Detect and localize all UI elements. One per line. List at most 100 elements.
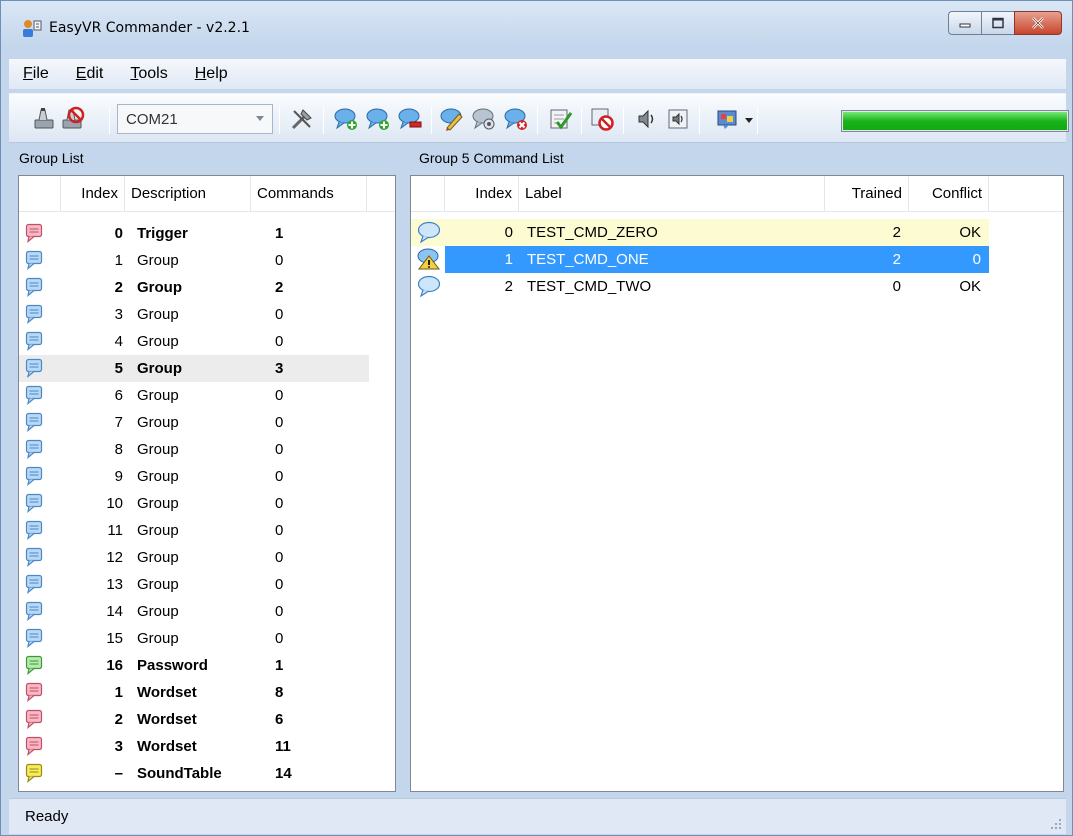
group-row[interactable]: 2 Wordset 6 bbox=[19, 706, 369, 733]
maximize-icon bbox=[992, 17, 1004, 29]
menu-file-label: ile bbox=[32, 65, 49, 82]
menu-file[interactable]: File bbox=[9, 65, 62, 83]
command-index: 2 bbox=[504, 278, 513, 295]
group-description: Group bbox=[137, 495, 179, 512]
group-row[interactable]: 1 Wordset 8 bbox=[19, 679, 369, 706]
column-header-conflict[interactable]: Conflict bbox=[909, 176, 989, 212]
column-header-index[interactable]: Index bbox=[61, 176, 125, 212]
sound-table-icon[interactable] bbox=[665, 106, 691, 132]
menu-tools[interactable]: Tools bbox=[116, 65, 180, 83]
toolbar-separator bbox=[323, 106, 324, 134]
group-list[interactable]: Index Description Commands 0 Trigger 1 1 Gro… bbox=[18, 175, 396, 792]
column-header-index[interactable]: Index bbox=[445, 176, 519, 212]
group-commands: 0 bbox=[275, 495, 284, 512]
column-header-label[interactable]: Label bbox=[519, 176, 825, 212]
group-row[interactable]: 16 Password 1 bbox=[19, 652, 369, 679]
group-row[interactable]: 9 Group 0 bbox=[19, 463, 369, 490]
group-row[interactable]: 1 Group 0 bbox=[19, 247, 369, 274]
menu-edit-accel: E bbox=[75, 65, 87, 82]
command-label: TEST_CMD_ONE bbox=[527, 251, 649, 268]
status-text: Ready bbox=[25, 808, 69, 825]
group-commands: 0 bbox=[275, 522, 284, 539]
language-icon[interactable] bbox=[715, 106, 741, 132]
group-index: 10 bbox=[106, 495, 123, 512]
status-bar: Ready bbox=[9, 798, 1066, 834]
connect-icon[interactable] bbox=[31, 106, 57, 132]
group-row[interactable]: 3 Wordset 11 bbox=[19, 733, 369, 760]
toolbar-separator bbox=[279, 106, 280, 134]
menu-help[interactable]: Help bbox=[181, 65, 241, 83]
column-header-commands[interactable]: Commands bbox=[251, 176, 367, 212]
group-row[interactable]: 5 Group 3 bbox=[19, 355, 369, 382]
column-header-description[interactable]: Description bbox=[125, 176, 251, 212]
toolbar-separator bbox=[581, 106, 582, 134]
group-row[interactable]: 6 Group 0 bbox=[19, 382, 369, 409]
warning-bubble-icon bbox=[417, 248, 441, 270]
group-commands: 0 bbox=[275, 252, 284, 269]
language-dropdown-caret[interactable] bbox=[745, 118, 753, 123]
group-index: 15 bbox=[106, 630, 123, 647]
remove-command-icon[interactable] bbox=[397, 106, 423, 132]
audio-level-meter bbox=[841, 110, 1069, 132]
group-index: 1 bbox=[114, 684, 123, 701]
stop-icon[interactable] bbox=[589, 106, 615, 132]
erase-training-icon[interactable] bbox=[503, 106, 529, 132]
group-commands: 8 bbox=[275, 684, 284, 701]
group-index: 8 bbox=[114, 441, 123, 458]
menu-edit[interactable]: Edit bbox=[62, 65, 117, 83]
window-controls bbox=[948, 11, 1062, 35]
command-row[interactable]: 1 TEST_CMD_ONE 2 0 bbox=[417, 246, 989, 273]
command-label: TEST_CMD_ZERO bbox=[527, 224, 658, 241]
group-row[interactable]: 10 Group 0 bbox=[19, 490, 369, 517]
group-row[interactable]: 8 Group 0 bbox=[19, 436, 369, 463]
command-row[interactable]: 2 TEST_CMD_TWO 0 OK bbox=[411, 273, 989, 300]
command-index: 1 bbox=[504, 251, 513, 268]
command-index: 0 bbox=[504, 224, 513, 241]
group-row[interactable]: 3 Group 0 bbox=[19, 301, 369, 328]
group-commands: 1 bbox=[275, 657, 284, 674]
group-row[interactable]: 0 Trigger 1 bbox=[19, 220, 369, 247]
group-blue-bubble-icon bbox=[25, 331, 43, 351]
close-button[interactable] bbox=[1014, 11, 1062, 35]
group-row[interactable]: 15 Group 0 bbox=[19, 625, 369, 652]
group-row[interactable]: 13 Group 0 bbox=[19, 571, 369, 598]
group-commands: 0 bbox=[275, 468, 284, 485]
group-commands: 1 bbox=[275, 225, 284, 242]
group-index: 2 bbox=[114, 711, 123, 728]
group-row[interactable]: 2 Group 2 bbox=[19, 274, 369, 301]
command-trained: 2 bbox=[892, 224, 901, 241]
group-description: Wordset bbox=[137, 738, 197, 755]
group-row[interactable]: 14 Group 0 bbox=[19, 598, 369, 625]
group-row[interactable]: 7 Group 0 bbox=[19, 409, 369, 436]
disconnect-icon[interactable] bbox=[59, 106, 85, 132]
group-blue-bubble-icon bbox=[25, 601, 43, 621]
group-commands: 0 bbox=[275, 306, 284, 323]
train-command-icon[interactable] bbox=[471, 106, 497, 132]
title-bar[interactable]: EasyVR Commander - v2.2.1 bbox=[1, 1, 1072, 51]
speak-icon[interactable] bbox=[633, 106, 659, 132]
add-command-icon[interactable] bbox=[333, 106, 359, 132]
maximize-button[interactable] bbox=[981, 11, 1015, 35]
group-description: Password bbox=[137, 657, 208, 674]
command-row[interactable]: 0 TEST_CMD_ZERO 2 OK bbox=[411, 219, 989, 246]
menu-tools-label: ools bbox=[138, 65, 168, 82]
group-row[interactable]: 11 Group 0 bbox=[19, 517, 369, 544]
settings-icon[interactable] bbox=[289, 106, 315, 132]
command-list[interactable]: Index Label Trained Conflict 0 TEST_CMD_Z… bbox=[410, 175, 1064, 792]
group-index: 5 bbox=[114, 360, 123, 377]
group-blue-bubble-icon bbox=[25, 385, 43, 405]
edit-command-icon[interactable] bbox=[439, 106, 465, 132]
group-index: 7 bbox=[114, 414, 123, 431]
test-group-icon[interactable] bbox=[547, 106, 573, 132]
minimize-button[interactable] bbox=[948, 11, 982, 35]
group-row[interactable]: – SoundTable 14 bbox=[19, 760, 369, 787]
group-blue-bubble-icon bbox=[25, 277, 43, 297]
resize-grip-icon[interactable] bbox=[1050, 818, 1062, 830]
group-description: Group bbox=[137, 603, 179, 620]
column-header-trained[interactable]: Trained bbox=[825, 176, 909, 212]
insert-command-icon[interactable] bbox=[365, 106, 391, 132]
com-port-select[interactable]: COM21 bbox=[117, 104, 273, 134]
command-trained: 2 bbox=[892, 251, 901, 268]
group-row[interactable]: 4 Group 0 bbox=[19, 328, 369, 355]
group-row[interactable]: 12 Group 0 bbox=[19, 544, 369, 571]
